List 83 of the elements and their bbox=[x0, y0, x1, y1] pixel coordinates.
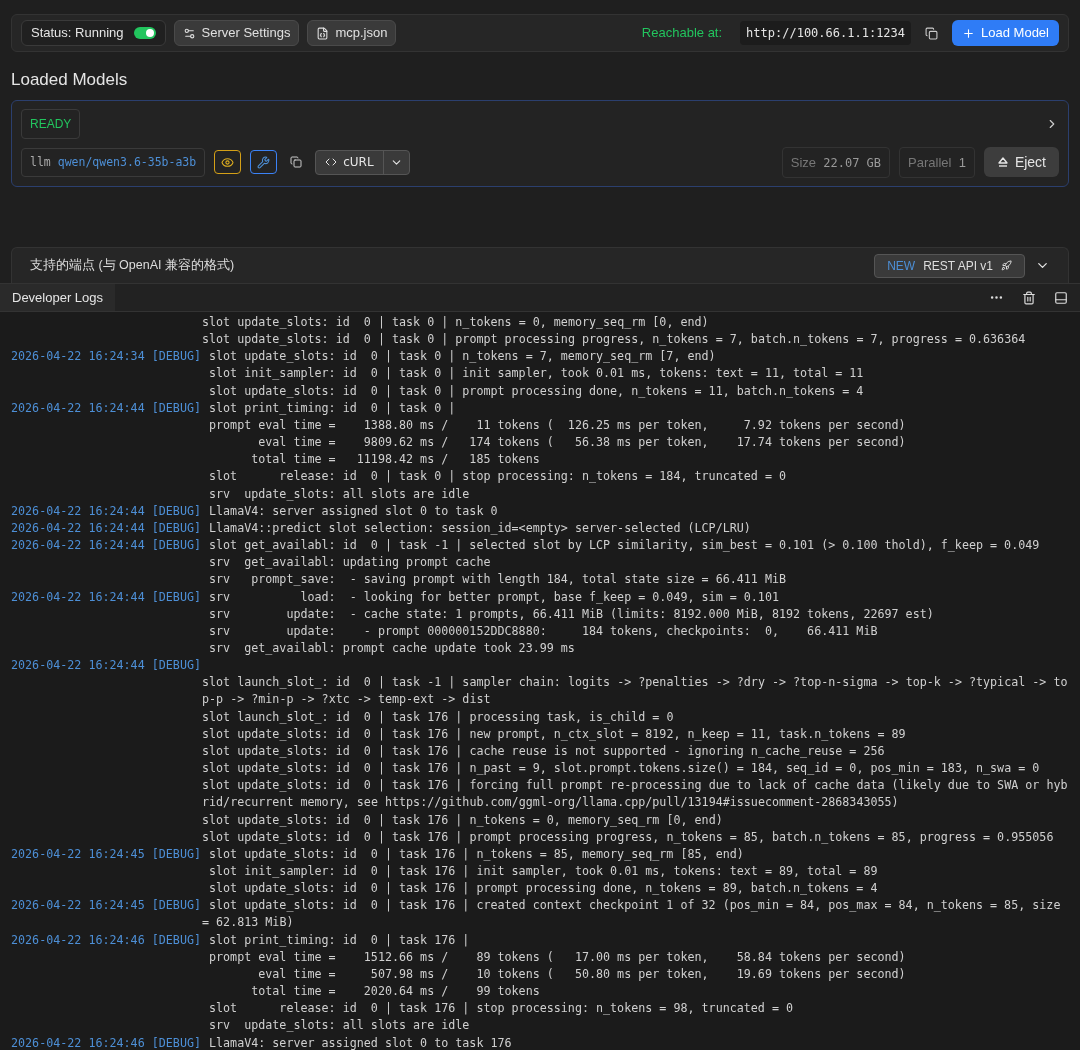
log-text: srv update: - cache state: 1 prompts, 66.411 MiB (limits: 8192.000 MiB, 8192 tokens, 22697 est) bbox=[209, 605, 934, 623]
log-text: srv update_slots: all slots are idle bbox=[209, 1017, 470, 1035]
server-settings-button[interactable]: Server Settings bbox=[173, 20, 300, 46]
trash-icon[interactable] bbox=[1022, 290, 1036, 305]
api-badge[interactable]: NEW REST API v1 bbox=[874, 253, 1025, 278]
log-text: total time = 2020.64 ms / 99 tokens bbox=[250, 983, 540, 1001]
log-text: slot release: id 0 | task 0 | stop processing: n_tokens = 184, truncated = 0 bbox=[209, 468, 786, 486]
log-text: p-p -> ?min-p -> ?xtc -> temp-ext -> dist bbox=[202, 691, 491, 709]
log-timestamp: 2026-04-22 16:24:44 [DEBUG] bbox=[11, 503, 201, 518]
endpoints-title: 支持的端点 (与 OpenAI 兼容的格式) bbox=[30, 257, 235, 275]
log-text: slot update_slots: id 0 | task 176 | created context checkpoint 1 of 32 (pos_min = 84, pos_max = 84, n_tokens = 85, size bbox=[209, 897, 1061, 915]
log-text: srv prompt_save: - saving prompt with length 184, total state size = 66.411 MiB bbox=[209, 571, 786, 589]
log-timestamp: 2026-04-22 16:24:45 [DEBUG] bbox=[11, 846, 201, 861]
eject-button[interactable]: Eject bbox=[983, 147, 1059, 178]
log-text: slot update_slots: id 0 | task 176 | forcing full prompt re-processing due to lack of cache data (likely due to SWA or hyb bbox=[202, 777, 1068, 795]
log-text: slot update_slots: id 0 | task 176 | n_tokens = 0, memory_seq_rm [0, end) bbox=[202, 811, 723, 829]
developer-logs-tab[interactable]: Developer Logs bbox=[0, 284, 116, 311]
log-text: srv get_availabl: prompt cache update took 23.99 ms bbox=[209, 639, 575, 657]
eject-icon bbox=[996, 156, 1009, 169]
status-badge: READY bbox=[21, 108, 81, 139]
log-text: LlamaV4::predict slot selection: session_id=<empty> server-selected (LCP/LRU) bbox=[209, 519, 751, 537]
copy-icon[interactable] bbox=[925, 26, 939, 40]
log-text: slot launch_slot_: id 0 | task 176 | processing task, is_child = 0 bbox=[202, 708, 674, 726]
log-text: prompt eval time = 1388.80 ms / 11 tokens ( 126.25 ms per token, 7.92 tokens per second) bbox=[209, 416, 906, 434]
log-text: slot update_slots: id 0 | task 176 | cache reuse is not supported - ignoring n_cache_reuse = 256 bbox=[202, 742, 885, 760]
log-text: = 62.813 MiB) bbox=[202, 914, 294, 932]
mcp-json-button[interactable]: mcp.json bbox=[307, 20, 397, 46]
status-label: Status: Running bbox=[31, 24, 124, 43]
log-text: LlamaV4: server assigned slot 0 to task 176 bbox=[209, 1034, 512, 1050]
rocket-icon bbox=[1001, 260, 1012, 271]
load-model-button[interactable]: Load Model bbox=[952, 20, 1059, 46]
reachable-label: Reachable at: bbox=[641, 24, 723, 43]
log-text: slot release: id 0 | task 176 | stop processing: n_tokens = 98, truncated = 0 bbox=[209, 1000, 794, 1018]
running-toggle[interactable] bbox=[133, 27, 156, 39]
panel-icon[interactable] bbox=[1054, 290, 1068, 305]
log-text: slot update_slots: id 0 | task 176 | n_tokens = 85, memory_seq_rm [85, end) bbox=[209, 845, 744, 863]
log-text: srv load: - looking for better prompt, base f_keep = 0.049, sim = 0.101 bbox=[209, 588, 779, 606]
log-text: slot update_slots: id 0 | task 0 | n_tokens = 7, memory_seq_rm [7, end) bbox=[209, 348, 716, 366]
log-text: eval time = 507.98 ms / 10 tokens ( 50.80 ms per token, 19.69 tokens per second) bbox=[257, 965, 906, 983]
wrench-icon bbox=[257, 155, 271, 169]
log-text: eval time = 9809.62 ms / 174 tokens ( 56.38 ms per token, 17.74 tokens per second) bbox=[257, 434, 906, 452]
log-text: slot launch_slot_: id 0 | task -1 | sampler chain: logits -> ?penalties -> ?dry -> ?top-n-sigma -> top-k -> ?typical -> to bbox=[202, 674, 1068, 692]
size-chip: Size 22.07 GB bbox=[781, 146, 891, 178]
wrench-button[interactable] bbox=[250, 150, 278, 175]
server-url: http://100.66.1.1:1234 bbox=[740, 21, 912, 45]
log-timestamp: 2026-04-22 16:24:46 [DEBUG] bbox=[11, 932, 201, 947]
eye-icon bbox=[221, 155, 235, 169]
log-text: srv update: - prompt 000000152DDC8880: 184 tokens, checkpoints: 0, 66.411 MiB bbox=[209, 622, 878, 640]
log-text: slot update_slots: id 0 | task 176 | n_past = 9, slot.prompt.tokens.size() = 184, seq_id = 0, pos_min = 183, n_swa = 0 bbox=[202, 760, 1040, 778]
log-text: slot update_slots: id 0 | task 0 | prompt processing progress, n_tokens = 7, batch.n_tokens = 7, progress = 0.636364 bbox=[202, 331, 1026, 349]
log-timestamp: 2026-04-22 16:24:44 [DEBUG] bbox=[11, 538, 201, 553]
file-icon bbox=[316, 26, 330, 40]
log-text: slot update_slots: id 0 | task 0 | prompt processing done, n_tokens = 11, batch.n_tokens = 4 bbox=[209, 382, 864, 400]
log-text: slot update_slots: id 0 | task 176 | prompt processing progress, n_tokens = 85, batch.n_tokens = 85, progress = 0.955056 bbox=[202, 828, 1054, 846]
copy-icon[interactable] bbox=[290, 156, 303, 169]
log-text: LlamaV4: server assigned slot 0 to task 0 bbox=[209, 502, 498, 520]
log-text: srv update_slots: all slots are idle bbox=[209, 485, 470, 503]
log-text: total time = 11198.42 ms / 185 tokens bbox=[250, 451, 540, 469]
log-text: slot update_slots: id 0 | task 0 | n_tokens = 0, memory_seq_rm [0, end) bbox=[202, 314, 709, 331]
settings-icon bbox=[182, 26, 196, 40]
log-text: slot update_slots: id 0 | task 176 | new prompt, n_ctx_slot = 8192, n_keep = 11, task.n_tokens = 89 bbox=[202, 725, 906, 743]
log-text: srv get_availabl: updating prompt cache bbox=[209, 554, 491, 572]
log-timestamp: 2026-04-22 16:24:44 [DEBUG] bbox=[11, 400, 201, 415]
plus-icon bbox=[962, 26, 976, 40]
curl-button[interactable]: cURL bbox=[316, 150, 384, 174]
log-text: rid/recurrent memory, see https://github.com/ggml-org/llama.cpp/pull/13194#issuecomment-2868343055) bbox=[202, 794, 899, 812]
eye-button[interactable] bbox=[214, 150, 242, 175]
log-text: prompt eval time = 1512.66 ms / 89 tokens ( 17.00 ms per token, 58.84 tokens per second) bbox=[209, 948, 906, 966]
parallel-chip: Parallel 1 bbox=[899, 146, 975, 178]
log-timestamp: 2026-04-22 16:24:44 [DEBUG] bbox=[11, 589, 201, 604]
log-timestamp: 2026-04-22 16:24:44 [DEBUG] bbox=[11, 520, 201, 535]
log-text: slot get_availabl: id 0 | task -1 | selected slot by LCP similarity, sim_best = 0.101 (> 0.100 thold), f_keep = 0.049 bbox=[209, 537, 1040, 555]
section-title: Loaded Models bbox=[11, 69, 129, 91]
log-text: slot print_timing: id 0 | task 0 | bbox=[209, 399, 456, 417]
model-chip: llm qwen/qwen3.6-35b-a3b bbox=[21, 147, 206, 177]
log-timestamp: 2026-04-22 16:24:44 [DEBUG] bbox=[11, 658, 201, 673]
log-text: slot init_sampler: id 0 | task 0 | init sampler, took 0.01 ms, tokens: text = 11, total = 11 bbox=[209, 365, 864, 383]
log-timestamp: 2026-04-22 16:24:45 [DEBUG] bbox=[11, 898, 201, 913]
log-timestamp: 2026-04-22 16:24:46 [DEBUG] bbox=[11, 1035, 201, 1050]
log-text: slot print_timing: id 0 | task 176 | bbox=[209, 931, 470, 949]
log-text: slot init_sampler: id 0 | task 176 | init sampler, took 0.01 ms, tokens: text = 89, total = 89 bbox=[209, 863, 878, 880]
log-timestamp: 2026-04-22 16:24:34 [DEBUG] bbox=[11, 349, 201, 364]
log-text: slot update_slots: id 0 | task 176 | prompt processing done, n_tokens = 89, batch.n_tokens = 4 bbox=[209, 880, 878, 898]
